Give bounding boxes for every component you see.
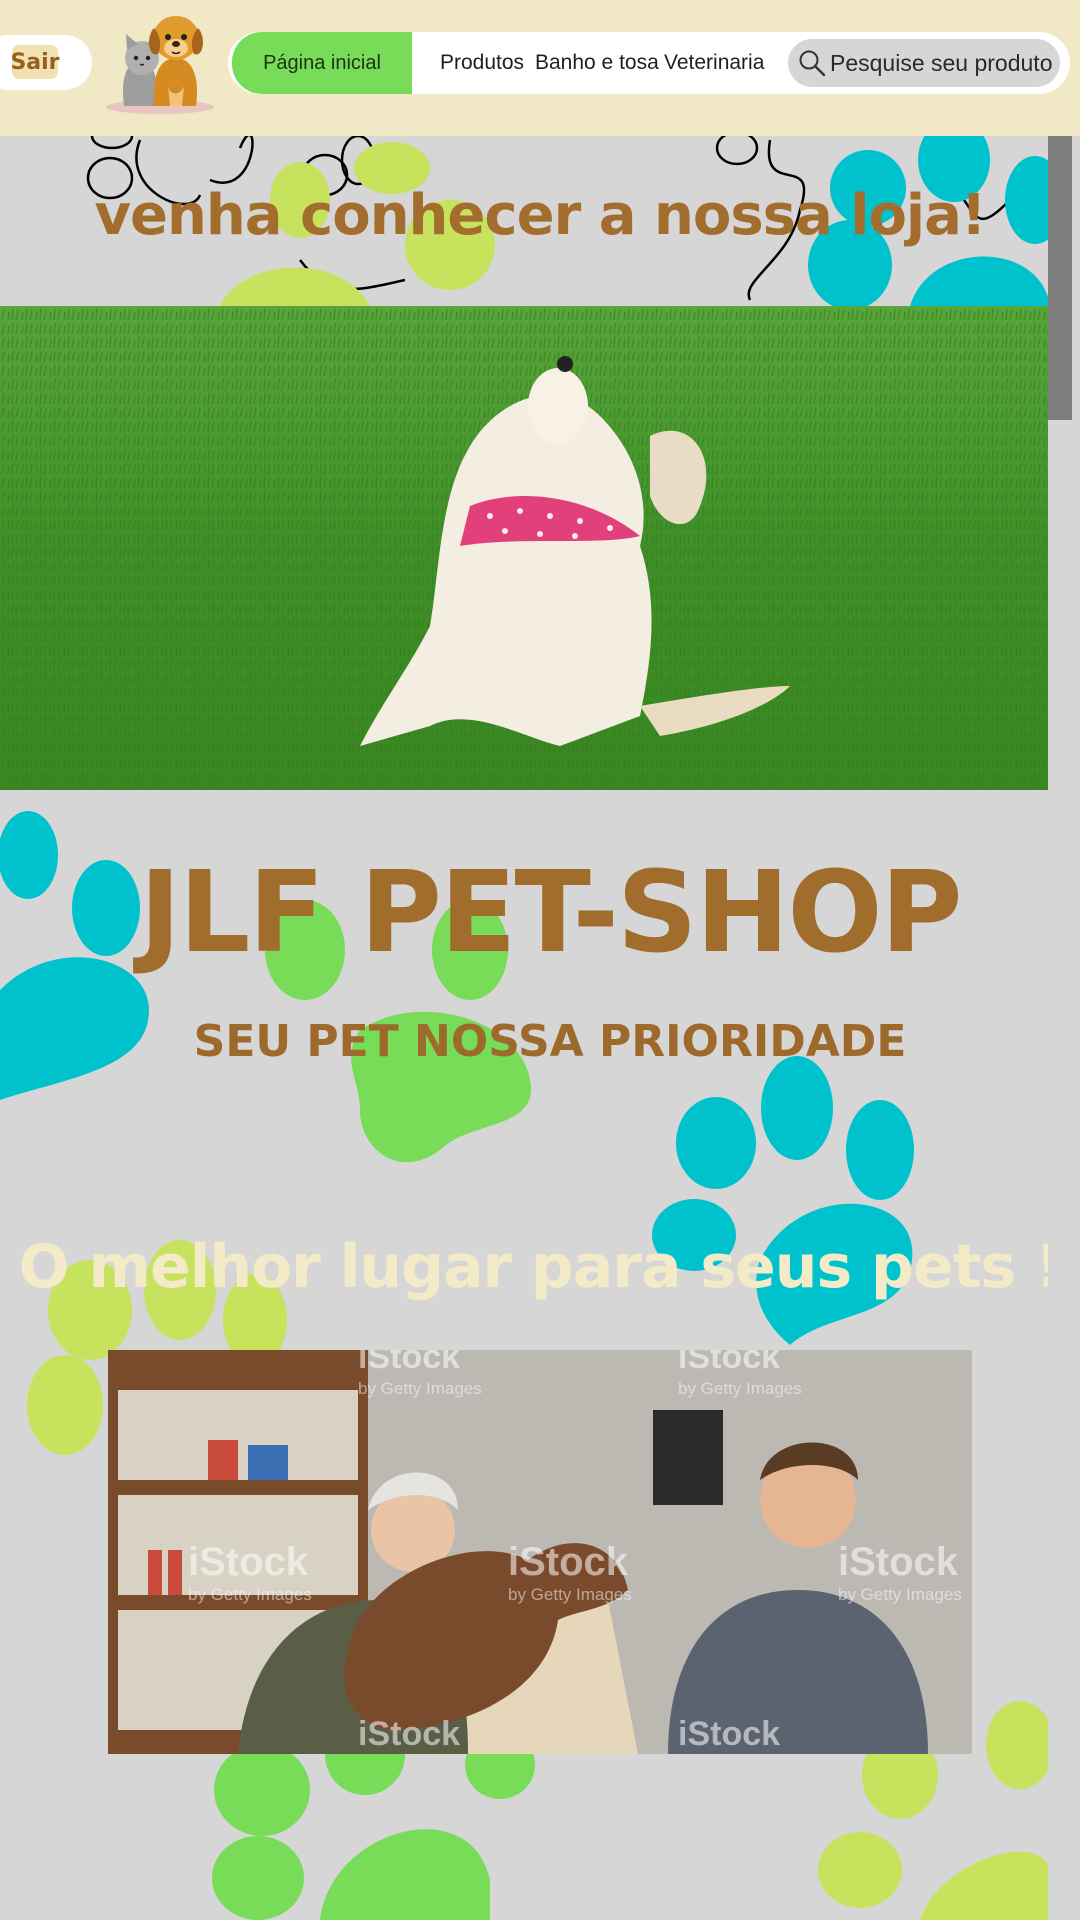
watermark-text: iStock [678,1350,780,1376]
search-icon[interactable] [798,49,826,77]
watermark-text: iStock [508,1540,629,1584]
watermark-text: iStock [678,1715,780,1753]
top-header: Sair Página inicial Produtos Banho e tos… [0,0,1080,136]
watermark-subtext: by Getty Images [358,1379,482,1398]
brand-tagline: SEU PET NOSSA PRIORIDADE [193,1016,907,1067]
watermark-subtext: by Getty Images [838,1585,962,1604]
nav-products[interactable]: Produtos [440,32,524,94]
scrollbar-thumb[interactable] [1048,136,1072,420]
nav-vet[interactable]: Veterinaria [664,32,764,94]
watermark-text: iStock [838,1540,959,1584]
search-box [788,39,1060,87]
hero-puppy-image [0,306,1048,790]
main-nav: Página inicial Produtos Banho e tosa Vet… [228,32,1070,94]
watermark-text: iStock [358,1350,460,1376]
nav-grooming[interactable]: Banho e tosa [535,32,659,94]
watermark-text: iStock [358,1715,460,1753]
dog-and-cat-logo[interactable] [100,6,222,118]
watermark-text: iStock [188,1540,309,1584]
watermark-subtext: by Getty Images [678,1379,802,1398]
search-input[interactable] [826,39,1060,87]
store-headline: O melhor lugar para seus pets ! [18,1232,1063,1302]
brand-title: JLF PET-SHOP [139,848,962,978]
intro-headline: venha conhecer a nossa loja! [94,183,987,248]
logout-button[interactable]: Sair [10,45,60,79]
watermark-subtext: by Getty Images [508,1585,632,1604]
store-image: iStock iStock iStock iStock iStock iStoc… [108,1350,972,1754]
watermark-subtext: by Getty Images [188,1585,312,1604]
nav-home[interactable]: Página inicial [232,32,412,94]
